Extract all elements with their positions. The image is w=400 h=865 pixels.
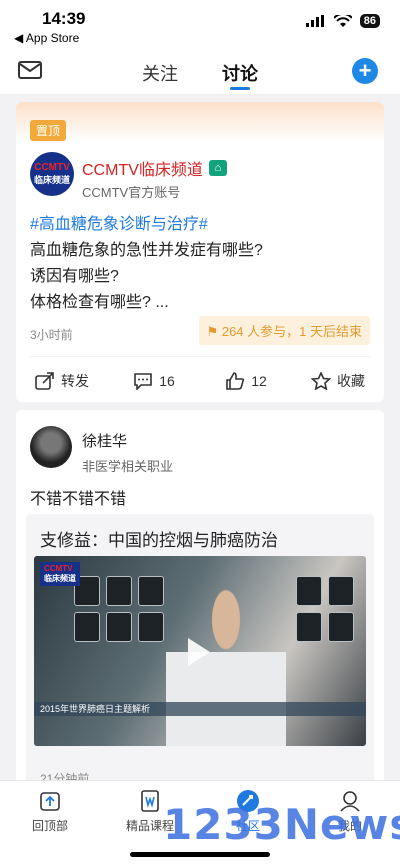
comment-count: 16 bbox=[159, 373, 175, 389]
official-house-icon: ⌂ bbox=[208, 160, 227, 176]
post-comment: 不错不错不错 bbox=[30, 491, 127, 508]
participation-badge[interactable]: ⚑ 264 人参与，1 天后结束 bbox=[198, 316, 370, 345]
post-time: 21分钟前 bbox=[40, 772, 90, 780]
xray-decoration bbox=[106, 576, 132, 606]
watermark-text: 1233News bbox=[163, 800, 400, 849]
post-line-2: 诱因有哪些? bbox=[30, 268, 119, 285]
post-time: 3小时前 bbox=[30, 328, 73, 342]
xray-decoration bbox=[296, 576, 322, 606]
share-icon bbox=[35, 372, 54, 390]
status-icons: 86 bbox=[305, 14, 380, 28]
channel-logo[interactable]: CCMTV 临床频道 bbox=[30, 152, 74, 196]
flag-icon: ⚑ bbox=[206, 324, 222, 339]
tab-follow[interactable]: 关注 bbox=[142, 60, 178, 86]
xray-decoration bbox=[296, 612, 322, 642]
favorite-button[interactable]: 收藏 bbox=[292, 364, 384, 398]
video-channel-logo: CCMTV 临床频道 bbox=[40, 562, 80, 586]
favorite-label: 收藏 bbox=[337, 373, 365, 389]
divider bbox=[30, 356, 370, 357]
card-header-glow bbox=[16, 102, 384, 142]
account-type: CCMTV官方账号 bbox=[82, 185, 181, 200]
user-name[interactable]: 徐桂华 bbox=[82, 430, 127, 451]
play-icon[interactable] bbox=[188, 638, 210, 666]
status-bar: 14:39 ◀ App Store 86 bbox=[0, 0, 400, 50]
xray-decoration bbox=[138, 576, 164, 606]
pinned-post-card[interactable]: 置顶 CCMTV 临床频道 CCMTV临床频道 ⌂ CCMTV官方账号 #高血糖… bbox=[16, 102, 384, 402]
share-button[interactable]: 转发 bbox=[16, 364, 108, 398]
home-indicator bbox=[130, 852, 270, 857]
channel-name[interactable]: CCMTV临床频道 ⌂ bbox=[82, 156, 227, 180]
battery-icon: 86 bbox=[359, 14, 380, 28]
tab-discuss-label: 讨论 bbox=[222, 64, 258, 84]
video-caption: 2015年世界肺癌日主题解析 bbox=[34, 702, 366, 716]
post-line-3: 体格检查有哪些? ... bbox=[30, 294, 169, 311]
post-actions: 转发 16 12 收藏 bbox=[16, 364, 384, 398]
channel-name-text: CCMTV临床频道 bbox=[82, 162, 203, 179]
add-post-button[interactable]: + bbox=[352, 58, 378, 84]
video-logo-ccmtv: CCMTV bbox=[44, 564, 73, 573]
signal-icon bbox=[305, 15, 324, 27]
like-count: 12 bbox=[251, 373, 267, 389]
comment-button[interactable]: 16 bbox=[108, 364, 200, 398]
top-nav: 关注 讨论 + bbox=[0, 50, 400, 94]
arrow-up-icon bbox=[40, 792, 60, 811]
back-to-app-store[interactable]: ◀ App Store bbox=[14, 31, 79, 45]
video-logo-channel: 临床频道 bbox=[44, 574, 76, 583]
star-icon bbox=[311, 372, 331, 390]
like-button[interactable]: 12 bbox=[200, 364, 292, 398]
shared-title[interactable]: 支修益：中国的控烟与肺癌防治 bbox=[40, 526, 278, 551]
shared-content[interactable]: 支修益：中国的控烟与肺癌防治 CCMTV 临床频道 2015年世界肺癌日主题解析 bbox=[26, 514, 374, 780]
user-job: 非医学相关职业 bbox=[82, 459, 174, 474]
doctor-figure bbox=[166, 584, 286, 746]
logo-text-ccmtv: CCMTV bbox=[34, 162, 70, 173]
user-post-card[interactable]: 徐桂华 非医学相关职业 不错不错不错 支修益：中国的控烟与肺癌防治 CCMTV … bbox=[16, 410, 384, 780]
tab-back-to-top-label: 回顶部 bbox=[31, 819, 68, 833]
feed[interactable]: 置顶 CCMTV 临床频道 CCMTV临床频道 ⌂ CCMTV官方账号 #高血糖… bbox=[0, 94, 400, 780]
book-icon bbox=[141, 790, 159, 812]
participation-text: 264 人参与，1 天后结束 bbox=[221, 324, 362, 339]
xray-decoration bbox=[328, 576, 354, 606]
xray-decoration bbox=[74, 612, 100, 642]
logo-text-channel: 临床频道 bbox=[33, 175, 70, 185]
comment-icon bbox=[134, 373, 153, 390]
video-thumbnail[interactable]: CCMTV 临床频道 2015年世界肺癌日主题解析 bbox=[34, 556, 366, 746]
xray-decoration bbox=[328, 612, 354, 642]
xray-decoration bbox=[106, 612, 132, 642]
xray-decoration bbox=[138, 612, 164, 642]
thumbs-up-icon bbox=[226, 372, 245, 390]
mail-icon[interactable] bbox=[18, 60, 42, 80]
tab-back-to-top[interactable]: 回顶部 bbox=[10, 789, 90, 834]
active-tab-underline bbox=[230, 87, 250, 90]
post-line-1: 高血糖危象的急性并发症有哪些? bbox=[30, 242, 263, 259]
status-time: 14:39 bbox=[42, 9, 86, 28]
wifi-icon bbox=[333, 14, 352, 27]
avatar[interactable] bbox=[30, 426, 72, 468]
tab-discuss[interactable]: 讨论 bbox=[222, 60, 258, 90]
topic-hashtag[interactable]: #高血糖危象诊断与治疗# bbox=[30, 210, 208, 234]
share-label: 转发 bbox=[61, 373, 89, 389]
pinned-badge: 置顶 bbox=[30, 120, 67, 141]
